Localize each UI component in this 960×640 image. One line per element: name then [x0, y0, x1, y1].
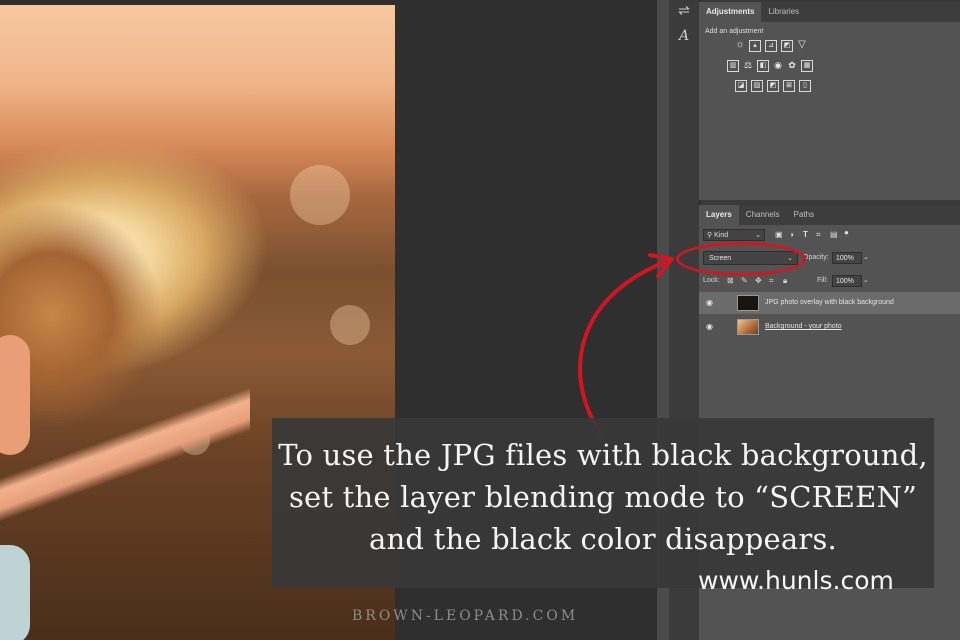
- fill-label: Fill:: [817, 277, 828, 284]
- color-lookup-icon[interactable]: ▦: [801, 60, 813, 72]
- caption-line-1: To use the JPG files with black backgrou…: [278, 438, 928, 472]
- kind-filter-label: Kind: [714, 232, 729, 239]
- chevron-down-icon[interactable]: ⌄: [863, 253, 869, 261]
- caption-line-3: and the black color disappears.: [369, 522, 837, 556]
- layer-row[interactable]: ◉ JPG photo overlay with black backgroun…: [699, 292, 960, 314]
- black-white-icon[interactable]: ◧: [757, 60, 769, 72]
- adjustments-row-1: ☼ ▴ ⊿ ◩ ▽: [735, 40, 807, 52]
- channel-mixer-icon[interactable]: ✿: [787, 60, 797, 70]
- tab-paths[interactable]: Paths: [787, 205, 821, 225]
- filter-toggle-icon[interactable]: ●: [844, 228, 849, 237]
- brightness-icon[interactable]: ☼: [735, 40, 745, 50]
- adjustments-tabs: Adjustments Libraries: [699, 2, 960, 22]
- layer-name: JPG photo overlay with black background: [765, 299, 894, 306]
- character-icon[interactable]: A: [673, 26, 695, 46]
- hue-saturation-icon[interactable]: ▥: [727, 60, 739, 72]
- type-filter-icon[interactable]: T: [803, 230, 808, 239]
- bokeh-light: [290, 165, 350, 225]
- sliders-icon[interactable]: ⇌: [673, 0, 695, 20]
- instruction-caption: To use the JPG files with black backgrou…: [272, 418, 934, 588]
- lock-artboard-icon[interactable]: ⌗: [769, 276, 774, 286]
- tab-libraries[interactable]: Libraries: [761, 2, 806, 22]
- visibility-eye-icon[interactable]: ◉: [706, 322, 713, 331]
- lock-all-icon[interactable]: 🔒︎: [783, 276, 787, 286]
- lock-image-icon[interactable]: ✎: [741, 276, 748, 285]
- search-icon: ⚲: [707, 232, 713, 239]
- chevron-down-icon: ⌄: [755, 232, 761, 239]
- invert-icon[interactable]: ◪: [735, 80, 747, 92]
- levels-icon[interactable]: ▴: [749, 40, 761, 52]
- photo-filter-icon[interactable]: ◉: [773, 60, 783, 70]
- gradient-map-icon[interactable]: ▯: [799, 80, 811, 92]
- caption-line-2: set the layer blending mode to “SCREEN”: [288, 480, 918, 514]
- pointer-arrow: [578, 253, 674, 434]
- layers-tabs: Layers Channels Paths: [699, 205, 960, 225]
- watermark: www.hunls.com: [698, 566, 894, 595]
- visibility-eye-icon[interactable]: ◉: [706, 298, 713, 307]
- tab-layers[interactable]: Layers: [699, 205, 739, 225]
- vibrance-icon[interactable]: ▽: [797, 40, 807, 50]
- bokeh-light: [330, 305, 370, 345]
- shape-filter-icon[interactable]: ⌗: [816, 230, 821, 240]
- smart-object-filter-icon[interactable]: ▤: [830, 230, 838, 239]
- selective-color-icon[interactable]: ⊠: [783, 80, 795, 92]
- arrow-shaft: [578, 260, 667, 434]
- dress: [0, 545, 30, 640]
- adjustments-caption: Add an adjustment: [705, 28, 764, 35]
- fill-field[interactable]: 100%: [832, 275, 862, 287]
- footer-brand: BROWN-LEOPARD.COM: [352, 608, 579, 624]
- layer-thumbnail: [737, 295, 759, 311]
- color-balance-icon[interactable]: ⚖: [743, 60, 753, 70]
- lock-label: Lock:: [703, 277, 720, 284]
- adjustments-row-3: ◪ ▨ ◩ ⊠ ▯: [735, 80, 811, 92]
- chevron-down-icon[interactable]: ⌄: [863, 276, 869, 284]
- arm: [0, 385, 250, 605]
- tab-channels[interactable]: Channels: [739, 205, 787, 225]
- adjustments-row-2: ▥ ⚖ ◧ ◉ ✿ ▦: [727, 60, 813, 72]
- posterize-icon[interactable]: ▨: [751, 80, 763, 92]
- lock-position-icon[interactable]: ✥: [755, 276, 762, 285]
- layer-name: Background - your photo: [765, 323, 842, 330]
- threshold-icon[interactable]: ◩: [767, 80, 779, 92]
- opacity-field[interactable]: 100%: [832, 252, 862, 264]
- lock-transparent-icon[interactable]: ⊠: [727, 276, 734, 285]
- adjustment-filter-icon[interactable]: ◑: [789, 230, 794, 239]
- layer-thumbnail: [737, 319, 759, 335]
- opacity-label: Opacity:: [803, 254, 829, 261]
- tab-adjustments[interactable]: Adjustments: [699, 2, 762, 22]
- curves-icon[interactable]: ⊿: [765, 40, 777, 52]
- exposure-icon[interactable]: ◩: [781, 40, 793, 52]
- pixel-filter-icon[interactable]: ▣: [775, 230, 783, 239]
- kind-filter-select[interactable]: ⚲ Kind ⌄: [703, 229, 765, 241]
- adjustments-panel: Adjustments Libraries Add an adjustment …: [699, 2, 960, 200]
- layer-row[interactable]: ◉ Background - your photo: [699, 316, 960, 338]
